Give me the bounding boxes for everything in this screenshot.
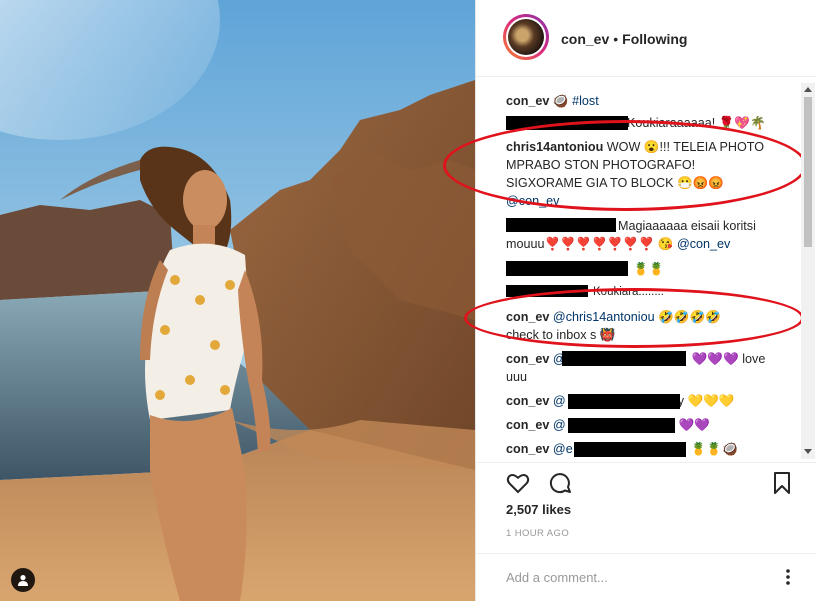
comment-text-line: uuu: [506, 370, 528, 384]
comment-text: 🍍🍍: [633, 262, 665, 276]
comment-icon[interactable]: [548, 471, 572, 495]
likes-count[interactable]: 2,507 likes: [506, 502, 571, 517]
post-actions: [476, 462, 816, 503]
scroll-down-icon[interactable]: [804, 449, 812, 454]
comment-username[interactable]: con_ev: [506, 418, 549, 432]
header-separator: •: [613, 31, 619, 47]
heart-icon[interactable]: [506, 471, 530, 495]
mention-link[interactable]: @con_ev: [677, 237, 730, 251]
user-tag-icon[interactable]: [11, 568, 35, 592]
redaction-bar: [574, 442, 686, 457]
bookmark-icon[interactable]: [770, 471, 794, 495]
scrollbar-thumb[interactable]: [804, 97, 812, 247]
comment-text: mouuu❣️❣️❣️❣️❣️❣️❣️ 😘: [506, 237, 674, 251]
redaction-bar: [506, 218, 616, 232]
header-text: con_ev • Following: [561, 31, 687, 47]
post-timestamp[interactable]: 1 HOUR AGO: [506, 528, 569, 539]
comment-text: 💜💜💜 love: [691, 352, 766, 366]
scroll-up-icon[interactable]: [804, 87, 812, 92]
post-side-panel: con_ev • Following con_ev 🥥 #lost Koukiara…: [443, 0, 816, 602]
redaction-bar: [506, 261, 628, 276]
mention-link[interactable]: @: [553, 394, 566, 408]
post-photo[interactable]: [0, 0, 475, 601]
redaction-bar: [562, 351, 686, 366]
annotation-ellipse: [464, 288, 804, 348]
comment-text: 🥥: [552, 94, 569, 108]
comments-scrollbar[interactable]: [801, 83, 815, 459]
comment-username[interactable]: con_ev: [506, 94, 549, 108]
annotation-ellipse: [443, 120, 807, 211]
add-comment-bar: [476, 553, 816, 602]
redaction-bar: [568, 418, 675, 433]
redaction-bar: [568, 394, 680, 409]
following-button[interactable]: Following: [622, 31, 687, 47]
mention-link[interactable]: @: [553, 418, 566, 432]
post-header: con_ev • Following: [476, 0, 816, 77]
comment-text: 🍍🍍🥥: [690, 442, 738, 456]
comment-username[interactable]: con_ev: [506, 394, 549, 408]
header-username[interactable]: con_ev: [561, 31, 609, 47]
mention-link[interactable]: @e: [553, 442, 573, 456]
comment-username[interactable]: con_ev: [506, 352, 549, 366]
caption-comment: con_ev 🥥 #lost: [506, 92, 599, 110]
comment-username[interactable]: con_ev: [506, 442, 549, 456]
avatar[interactable]: [503, 14, 549, 60]
comment-text: 💜💜: [678, 418, 711, 432]
hashtag-link[interactable]: #lost: [572, 94, 599, 108]
comment-text: y 💛💛💛: [677, 394, 735, 408]
more-icon[interactable]: [780, 568, 796, 586]
comment-text-line: mouuu❣️❣️❣️❣️❣️❣️❣️ 😘 @con_ev: [506, 235, 730, 253]
beach-photo-image: [0, 0, 475, 601]
add-comment-input[interactable]: [506, 567, 766, 587]
